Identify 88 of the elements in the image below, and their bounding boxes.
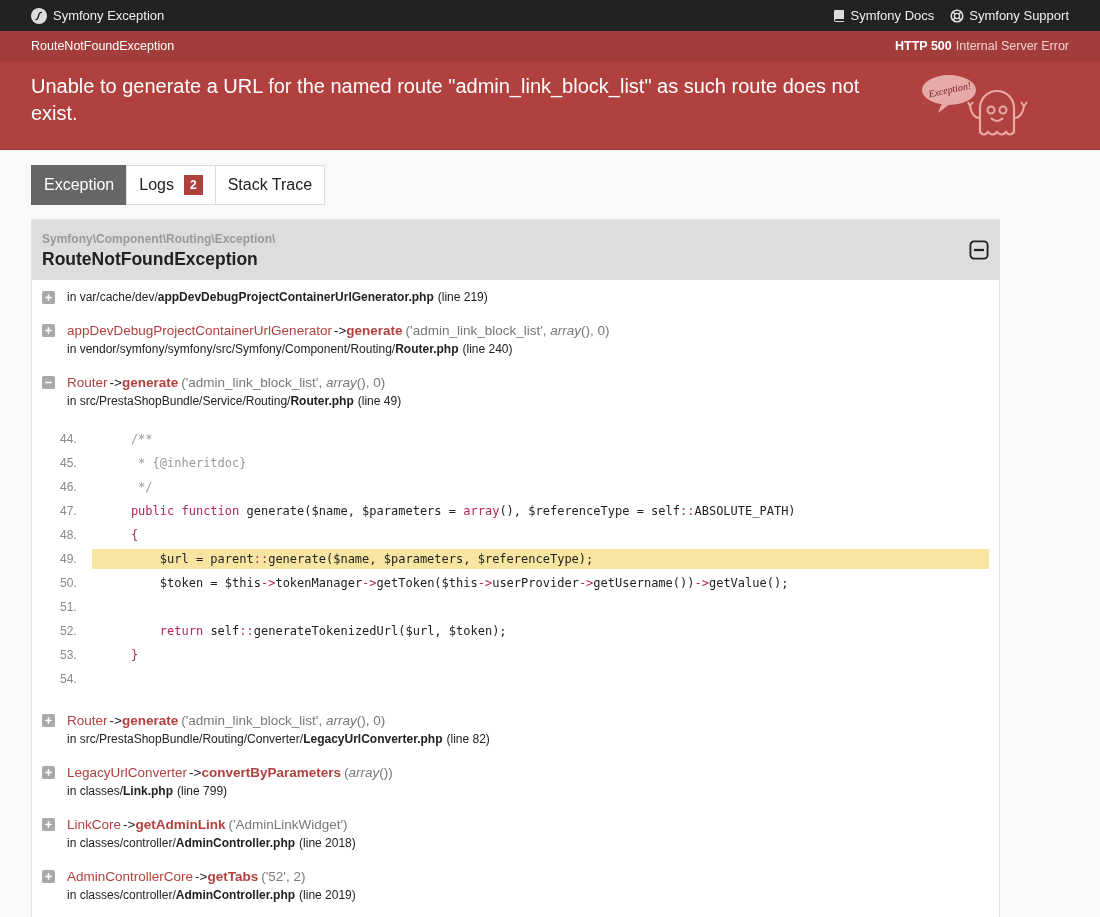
trace-method: generate xyxy=(121,712,179,730)
line-number: (line 799) xyxy=(177,783,228,800)
file-path: in vendor/symfony/symfony/src/Symfony/Component/Routing/ xyxy=(67,341,396,358)
arrow-operator: -> xyxy=(123,816,136,834)
line-number: (line 2019) xyxy=(299,887,356,904)
code-line: { xyxy=(129,527,140,544)
expand-icon[interactable] xyxy=(42,714,55,727)
collapse-icon[interactable] xyxy=(969,240,989,260)
speech-bubble-text: Exception! xyxy=(926,78,973,102)
tab[interactable]: Exception xyxy=(31,165,128,205)
docs-link[interactable]: Symfony Docs xyxy=(833,5,935,26)
code-line-number: 53. xyxy=(59,647,78,664)
code-line-number: 54. xyxy=(59,671,78,688)
line-number: (line 2018) xyxy=(299,835,356,852)
file-path: in classes/ xyxy=(67,783,124,800)
trace-arguments: ('admin_link_block_list', array(), 0) xyxy=(405,322,610,340)
trace-arguments: ('admin_link_block_list', array(), 0) xyxy=(181,712,386,730)
code-line-number: 46. xyxy=(59,479,78,496)
arrow-operator: -> xyxy=(333,322,347,340)
file-name: LegacyUrlConverter.php xyxy=(303,731,443,748)
trace-method: convertByParameters xyxy=(201,764,342,782)
expand-icon[interactable] xyxy=(42,324,55,337)
file-path: in src/PrestaShopBundle/Routing/Converter/ xyxy=(67,731,304,748)
trace-method: getTabs xyxy=(207,868,259,886)
code-line: $token = $this->tokenManager->getToken($this->userProvider->getUsername())->getValue(); xyxy=(158,575,790,592)
tab[interactable]: Logs 2 xyxy=(126,165,216,205)
support-link[interactable]: Symfony Support xyxy=(950,5,1069,26)
page-title: Symfony Exception xyxy=(53,6,165,25)
exception-name: RouteNotFoundException xyxy=(42,248,259,270)
arrow-operator: -> xyxy=(189,764,202,782)
trace-arguments: ('52', 2) xyxy=(261,868,306,886)
trace-class: appDevDebugProjectContainerUrlGenerator xyxy=(67,322,332,340)
code-line: */ xyxy=(137,479,154,496)
status-code: HTTP 500 xyxy=(895,38,952,56)
tab[interactable]: Stack Trace xyxy=(214,165,326,205)
count-badge: 2 xyxy=(183,175,203,195)
expand-icon[interactable] xyxy=(42,818,55,831)
code-line-number: 44. xyxy=(59,431,78,448)
code-line: * {@inheritdoc} xyxy=(137,455,248,472)
line-number: (line 49) xyxy=(357,393,402,410)
book-icon xyxy=(833,9,846,22)
trace-class: AdminControllerCore xyxy=(67,868,194,886)
file-name: Router.php xyxy=(395,341,459,358)
line-number: (line 240) xyxy=(462,341,513,358)
code-line: public function generate($name, $parameters = array(), $referenceType = self::ABSOLUTE_PATH) xyxy=(129,503,797,520)
trace-class: Router xyxy=(67,374,108,392)
file-name: appDevDebugProjectContainerUrlGenerator.php xyxy=(157,289,434,306)
trace-arguments: ('AdminLinkWidget') xyxy=(228,816,348,834)
code-line: return self::generateTokenizedUrl($url, $token); xyxy=(158,623,508,640)
arrow-operator: -> xyxy=(109,712,122,730)
file-path: in var/cache/dev/ xyxy=(67,289,158,306)
expand-icon[interactable] xyxy=(42,870,55,883)
trace-method: generate xyxy=(121,374,179,392)
exception-namespace: Symfony\Component\Routing\Exception\ xyxy=(42,231,276,248)
code-line-number: 50. xyxy=(59,575,78,592)
code-line-number: 52. xyxy=(59,623,78,640)
symfony-logo-icon xyxy=(31,7,47,24)
error-message: Unable to generate a URL for the named route "admin_link_block_list" as such route does not exist. xyxy=(31,74,861,126)
file-name: Router.php xyxy=(290,393,354,410)
expand-icon[interactable] xyxy=(42,766,55,779)
trace-method: generate xyxy=(346,322,403,340)
trace-class: LinkCore xyxy=(67,816,122,834)
lifebuoy-icon xyxy=(950,8,965,23)
file-path: in classes/controller/ xyxy=(67,835,176,852)
file-path: in src/PrestaShopBundle/Service/Routing/ xyxy=(67,393,291,410)
trace-class: LegacyUrlConverter xyxy=(67,764,188,782)
file-name: AdminController.php xyxy=(175,835,296,852)
code-line-number: 49. xyxy=(59,551,78,568)
trace-arguments: ('admin_link_block_list', array(), 0) xyxy=(181,374,386,392)
code-line-number: 48. xyxy=(59,527,78,544)
trace-arguments: (array()) xyxy=(344,764,393,782)
line-number: (line 219) xyxy=(437,289,488,306)
line-number: (line 82) xyxy=(446,731,490,748)
exception-class-label: RouteNotFoundException xyxy=(31,38,175,56)
file-path: in classes/controller/ xyxy=(67,887,176,904)
file-name: Link.php xyxy=(123,783,174,800)
code-line-number: 51. xyxy=(59,599,78,616)
code-line: /** xyxy=(129,431,154,448)
expand-icon[interactable] xyxy=(42,291,55,304)
file-name: AdminController.php xyxy=(175,887,296,904)
code-line-number: 45. xyxy=(59,455,78,472)
code-line-number: 47. xyxy=(59,503,78,520)
arrow-operator: -> xyxy=(109,374,122,392)
status-text: Internal Server Error xyxy=(955,38,1069,56)
trace-class: Router xyxy=(67,712,108,730)
trace-method: getAdminLink xyxy=(135,816,226,834)
code-line: } xyxy=(129,647,140,664)
arrow-operator: -> xyxy=(195,868,208,886)
